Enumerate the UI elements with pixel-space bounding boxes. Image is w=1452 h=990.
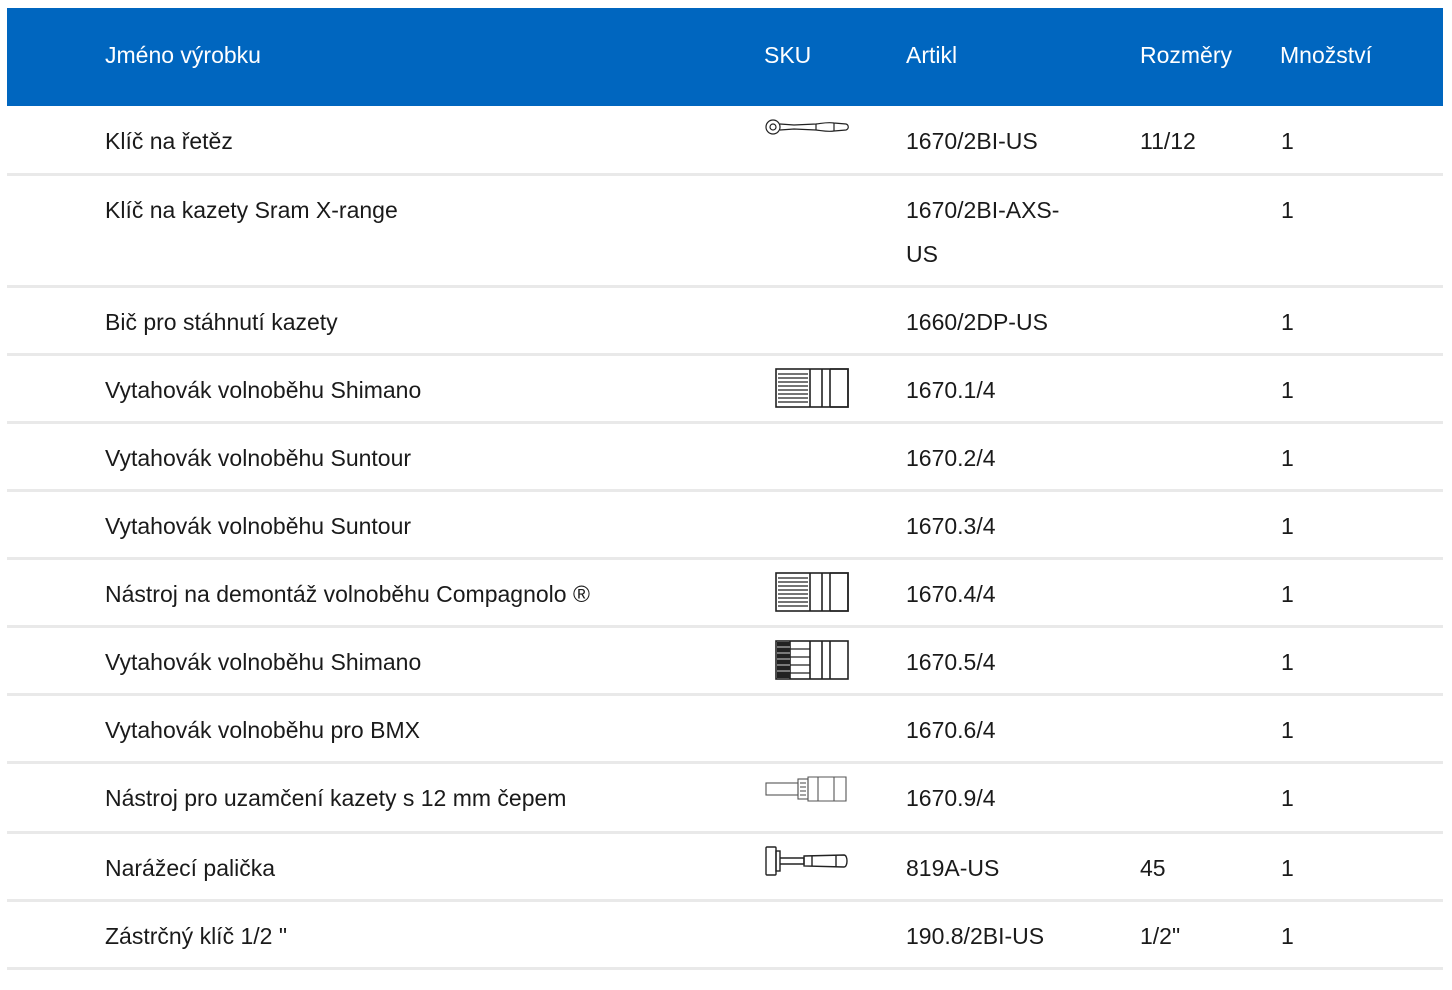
table-row: Bič pro stáhnutí kazety 1660/2DP-US 1 [7, 288, 1443, 356]
product-name-cell: Vytahovák volnoběhu Suntour [105, 513, 412, 539]
quantity-cell: 1 [1281, 513, 1294, 539]
dimensions-cell: 11/12 [1140, 128, 1196, 154]
table-row: Zástrčný klíč 1/2 " 190.8/2BI-US 1/2" 1 [7, 902, 1443, 970]
table-row: Vytahovák volnoběhu Shimano 1670.5/4 1 [7, 628, 1443, 696]
table-row: Klíč na řetěz 1670/2BI-US 11/12 1 [7, 106, 1443, 176]
article-cell: 1670.2/4 [906, 445, 996, 471]
quantity-cell: 1 [1281, 128, 1294, 154]
quantity-cell: 1 [1281, 445, 1294, 471]
product-name-cell: Klíč na kazety Sram X-range [105, 197, 398, 223]
table-row: Vytahovák volnoběhu Suntour 1670.2/4 1 [7, 424, 1443, 492]
product-name-cell: Vytahovák volnoběhu pro BMX [105, 717, 420, 743]
quantity-cell: 1 [1281, 923, 1294, 949]
product-name-cell: Vytahovák volnoběhu Suntour [105, 445, 412, 471]
quantity-cell: 1 [1281, 717, 1294, 743]
dimensions-cell: 45 [1140, 855, 1166, 881]
column-header-name[interactable]: Jméno výrobku [105, 39, 261, 71]
product-name-cell: Vytahovák volnoběhu Shimano [105, 377, 422, 403]
table-body: Klíč na řetěz 1670/2BI-US 11/12 1 Klíč na ka… [7, 106, 1443, 970]
quantity-cell: 1 [1281, 855, 1294, 881]
table-row: Vytahovák volnoběhu Shimano 1670.1/4 1 [7, 356, 1443, 424]
article-cell: 190.8/2BI-US [906, 923, 1045, 949]
lockring-tool-icon [764, 775, 850, 810]
table-row: Klíč na kazety Sram X-range 1670/2BI-AXS-… [7, 176, 1443, 288]
ratchet-icon [764, 118, 850, 141]
quantity-cell: 1 [1281, 581, 1294, 607]
freewheel-tool-dense-icon [774, 639, 850, 686]
article-cell: 1670.5/4 [906, 649, 996, 675]
product-name-cell: Narážecí palička [105, 855, 276, 881]
table-row: Vytahovák volnoběhu Suntour 1670.3/4 1 [7, 492, 1443, 560]
product-name-cell: Nástroj pro uzamčení kazety s 12 mm čepe… [105, 785, 567, 811]
column-header-quantity[interactable]: Množství [1280, 39, 1372, 71]
article-cell: 819A-US [906, 855, 1000, 881]
article-cell: 1670/2BI-AXS-US [906, 197, 1060, 267]
article-cell: 1670.4/4 [906, 581, 996, 607]
freewheel-tool-icon [774, 367, 850, 414]
quantity-cell: 1 [1281, 785, 1294, 811]
product-name-cell: Nástroj na demontáž volnoběhu Compagnolo… [105, 581, 590, 607]
table-header: Jméno výrobku SKU Artikl Rozměry Množstv… [7, 8, 1443, 106]
table-row: Nástroj na demontáž volnoběhu Compagnolo… [7, 560, 1443, 628]
article-cell: 1670.9/4 [906, 785, 996, 811]
product-name-cell: Vytahovák volnoběhu Shimano [105, 649, 422, 675]
hammer-icon [764, 845, 850, 882]
table-row: Vytahovák volnoběhu pro BMX 1670.6/4 1 [7, 696, 1443, 764]
table-row: Narážecí palička 819A-US 45 1 [7, 834, 1443, 902]
product-name-cell: Zástrčný klíč 1/2 " [105, 923, 287, 949]
column-header-dimensions[interactable]: Rozměry [1140, 39, 1232, 71]
dimensions-cell: 1/2" [1140, 923, 1181, 949]
product-name-cell: Klíč na řetěz [105, 128, 233, 154]
column-header-sku[interactable]: SKU [764, 39, 811, 71]
quantity-cell: 1 [1281, 197, 1294, 223]
article-cell: 1670/2BI-US [906, 128, 1038, 154]
table-row: Nástroj pro uzamčení kazety s 12 mm čepe… [7, 764, 1443, 834]
quantity-cell: 1 [1281, 649, 1294, 675]
article-cell: 1670.6/4 [906, 717, 996, 743]
article-cell: 1670.3/4 [906, 513, 996, 539]
quantity-cell: 1 [1281, 377, 1294, 403]
column-header-article[interactable]: Artikl [906, 39, 957, 71]
tools-table: Jméno výrobku SKU Artikl Rozměry Množstv… [7, 8, 1443, 970]
article-cell: 1670.1/4 [906, 377, 996, 403]
freewheel-tool-icon [774, 571, 850, 618]
article-cell: 1660/2DP-US [906, 309, 1048, 335]
quantity-cell: 1 [1281, 309, 1294, 335]
product-name-cell: Bič pro stáhnutí kazety [105, 309, 338, 335]
